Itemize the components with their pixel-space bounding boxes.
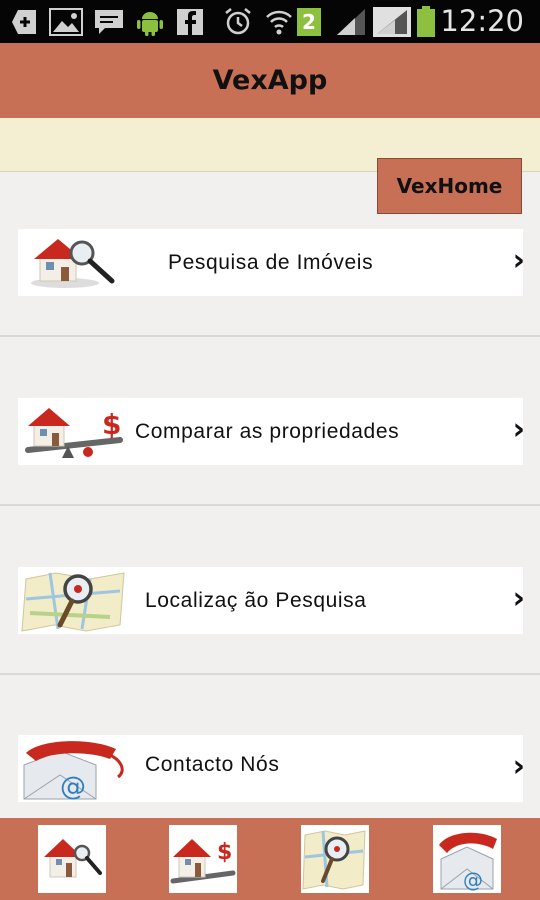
chevron-right-icon: › [512,581,525,616]
menu-item-comparar-propriedades[interactable]: $ Comparar as propriedades › [18,398,525,465]
svg-text:@: @ [463,868,483,892]
menu-item-label: Pesquisa de Imóveis [168,251,374,274]
house-compare-icon: $ [20,400,130,463]
alarm-icon [222,7,254,37]
divider [0,673,540,675]
tab-house-compare[interactable]: $ [169,825,237,893]
message-icon [92,7,126,37]
tab-phone-mail[interactable]: @ [433,825,501,893]
notification-badge: 2 [296,7,322,37]
chevron-right-icon: › [512,243,525,278]
menu-item-pesquisa-imoveis[interactable]: Pesquisa de Imóveis › [18,229,525,296]
app-header: VexApp [0,43,540,118]
menu-item-label: Contacto Nós [145,753,280,776]
tab-house-search[interactable] [38,825,106,893]
menu-item-label: Localizaç ão Pesquisa [145,589,367,612]
svg-text:$: $ [217,840,232,865]
vexhome-button[interactable]: VexHome [377,158,522,214]
house-compare-icon: $ [170,839,236,884]
signal-icon-2 [372,7,412,37]
status-bar: 2 12:20 [0,0,540,43]
image-icon [48,7,84,37]
chevron-right-icon: › [512,412,525,447]
svg-text:@: @ [60,772,86,800]
house-search-icon [44,839,102,878]
battery-icon [414,6,438,37]
app-title: VexApp [212,65,328,96]
menu-item-localizacao-pesquisa[interactable]: Localizaç ão Pesquisa › [18,567,525,634]
android-icon [134,7,166,37]
house-search-icon [20,231,130,294]
signal-icon [334,7,368,37]
menu-item-label: Comparar as propriedades [135,420,400,443]
wifi-icon [264,7,294,37]
add-icon [8,7,42,37]
phone-mail-icon: @ [439,832,497,892]
svg-text:$: $ [102,408,121,441]
facebook-icon [176,7,204,37]
chevron-right-icon: › [512,749,525,784]
map-search-icon [302,830,366,890]
menu-item-contacto-nos[interactable]: @ Contacto Nós › [18,735,525,802]
divider [0,504,540,506]
bottom-tab-bar: $ @ [0,818,540,900]
map-search-icon [20,569,130,632]
phone-mail-icon: @ [20,737,130,802]
divider [0,335,540,337]
status-time: 12:20 [440,4,524,38]
tab-map-search[interactable] [301,825,369,893]
